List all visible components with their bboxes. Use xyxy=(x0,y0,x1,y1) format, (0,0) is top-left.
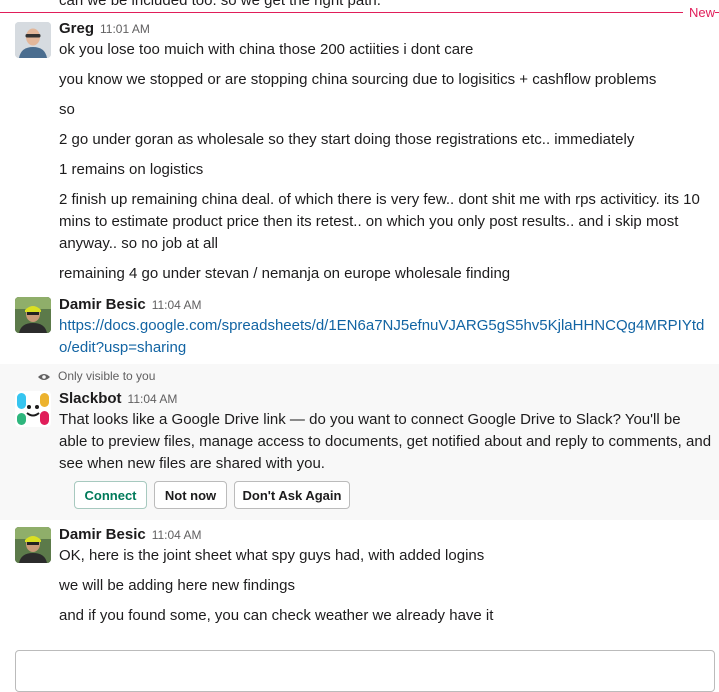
connect-button[interactable]: Connect xyxy=(74,481,147,509)
author-name[interactable]: Damir Besic xyxy=(59,526,146,543)
message-text: remaining 4 go under stevan / nemanja on… xyxy=(59,265,511,282)
message-text: OK, here is the joint sheet what spy guy… xyxy=(59,547,485,564)
author-name[interactable]: Greg xyxy=(59,20,94,37)
slackbot-icon xyxy=(17,393,49,425)
new-messages-divider xyxy=(0,12,719,13)
timestamp[interactable]: 11:04 AM xyxy=(152,298,202,312)
timestamp[interactable]: 11:01 AM xyxy=(100,22,150,36)
slackbot-message-text: That looks like a Google Drive link — do… xyxy=(59,411,712,472)
author-name[interactable]: Damir Besic xyxy=(59,296,146,313)
new-messages-label: New xyxy=(682,5,715,20)
eye-icon xyxy=(38,370,50,384)
message-composer[interactable] xyxy=(15,650,715,692)
message-text: and if you found some, you can check wea… xyxy=(59,607,494,624)
message-text: we will be adding here new findings xyxy=(59,577,295,594)
user-avatar-icon xyxy=(15,297,51,333)
avatar[interactable] xyxy=(15,22,51,58)
google-sheets-link[interactable]: https://docs.google.com/spreadsheets/d/1… xyxy=(59,315,713,359)
avatar[interactable] xyxy=(15,527,51,563)
author-name[interactable]: Slackbot xyxy=(59,390,122,407)
message-text: ok you lose too muich with china those 2… xyxy=(59,41,474,58)
timestamp[interactable]: 11:04 AM xyxy=(128,392,178,406)
not-now-button[interactable]: Not now xyxy=(154,481,227,509)
timestamp[interactable]: 11:04 AM xyxy=(152,528,202,542)
avatar[interactable] xyxy=(15,297,51,333)
visibility-note: Only visible to you xyxy=(38,369,155,384)
user-avatar-icon xyxy=(15,527,51,563)
message-text: you know we stopped or are stopping chin… xyxy=(59,71,657,88)
dont-ask-again-button[interactable]: Don't Ask Again xyxy=(234,481,350,509)
message-text: 2 go under goran as wholesale so they st… xyxy=(59,131,635,148)
user-avatar-icon xyxy=(15,22,51,58)
previous-message-text: can we be included too. so we get the ri… xyxy=(59,0,381,9)
message-text: 1 remains on logistics xyxy=(59,161,204,178)
slackbot-avatar[interactable] xyxy=(15,391,51,427)
message-text: 2 finish up remaining china deal. of whi… xyxy=(59,191,700,252)
message-text: so xyxy=(59,101,75,118)
